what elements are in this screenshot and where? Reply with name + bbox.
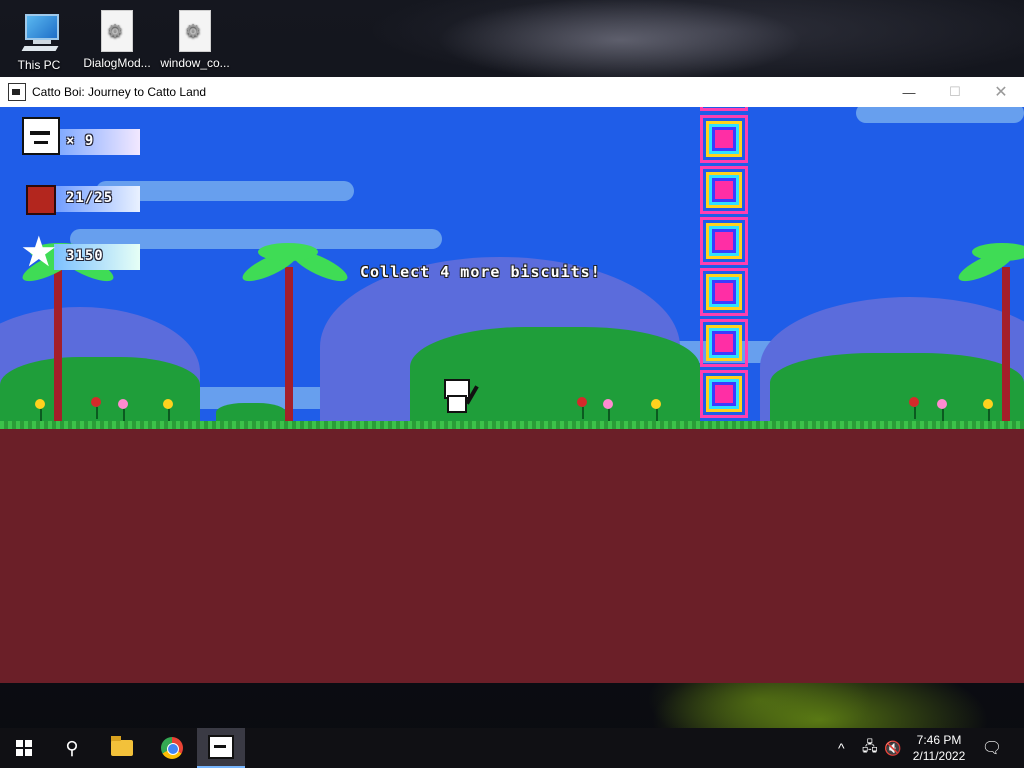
file-explorer-icon	[111, 736, 133, 756]
objective-message: Collect 4 more biscuits!	[360, 263, 601, 281]
bush	[0, 357, 200, 427]
clock-time: 7:46 PM	[916, 733, 962, 747]
taskbar: ⚲ ^ 🖧 🔇 7:46 PM 2/11/2022 🗨	[0, 728, 1024, 768]
flower-stem	[608, 409, 610, 421]
search-button[interactable]: ⚲	[48, 728, 96, 768]
star-icon: ★	[20, 228, 58, 275]
cloud-stripe	[856, 107, 1024, 123]
rainbow-block	[700, 217, 748, 265]
notification-icon: 🗨	[981, 740, 1003, 757]
bush	[770, 353, 1024, 427]
desktop-icon-dialogmod[interactable]: DialogMod...	[78, 6, 156, 70]
palm-tree	[285, 267, 293, 425]
flower-stem	[942, 409, 944, 421]
system-clock[interactable]: 7:46 PM 2/11/2022	[902, 732, 976, 764]
biscuit-icon	[26, 185, 56, 215]
this-pc-icon	[19, 10, 59, 54]
rainbow-block	[700, 107, 748, 111]
player-cat	[442, 375, 479, 417]
flower-stem	[582, 407, 584, 419]
rainbow-block	[700, 370, 748, 418]
flower	[91, 397, 101, 407]
desktop-icon-window-config[interactable]: window_co...	[156, 6, 234, 70]
flower-stem	[40, 409, 42, 421]
maximize-button[interactable]: ☐	[932, 77, 978, 107]
close-button[interactable]: ✕	[978, 77, 1024, 107]
settings-file-icon	[179, 10, 211, 52]
flower	[577, 397, 587, 407]
score-value: 3150	[66, 248, 104, 264]
desktop-icon-label: DialogMod...	[83, 56, 151, 70]
minimize-button[interactable]: —	[886, 77, 932, 107]
flower	[909, 397, 919, 407]
show-hidden-icons-button[interactable]: ^	[838, 728, 854, 768]
network-icon: 🖧	[862, 738, 878, 754]
desktop-icon-this-pc[interactable]: This PC	[0, 6, 78, 72]
ground	[0, 429, 1024, 683]
volume-muted-icon: 🔇	[884, 739, 902, 756]
settings-file-icon	[101, 10, 133, 52]
search-icon: ⚲	[65, 737, 79, 758]
biscuit-count: 21/25	[66, 190, 114, 206]
rainbow-block	[700, 115, 748, 163]
window-titlebar[interactable]: Catto Boi: Journey to Catto Land — ☐ ✕	[0, 77, 1024, 107]
flower	[118, 399, 128, 409]
game-canvas[interactable]: × 9 21/25 ★ 3150 Collect 4 more biscuits…	[0, 107, 1024, 683]
flower	[937, 399, 947, 409]
clock-date: 2/11/2022	[912, 749, 966, 763]
flower	[35, 399, 45, 409]
rainbow-block	[700, 166, 748, 214]
rainbow-block	[700, 319, 748, 367]
flower	[983, 399, 993, 409]
lives-count: × 9	[66, 133, 95, 149]
network-button[interactable]: 🖧	[862, 728, 880, 768]
palm-leaf	[258, 243, 318, 261]
flower-stem	[96, 407, 98, 419]
catto-boi-app-icon	[208, 735, 234, 759]
cat-app-icon	[8, 83, 26, 101]
chrome-icon	[161, 737, 183, 759]
flower-stem	[914, 407, 916, 419]
palm-leaf	[972, 243, 1024, 261]
chrome-button[interactable]	[148, 728, 196, 768]
window-title: Catto Boi: Journey to Catto Land	[32, 85, 207, 99]
cat-lives-icon	[22, 117, 60, 155]
flower	[651, 399, 661, 409]
desktop-icon-label: This PC	[17, 58, 61, 72]
flower-stem	[123, 409, 125, 421]
desktop-icon-label: window_co...	[160, 56, 230, 70]
catto-boi-taskbar-button[interactable]	[197, 728, 245, 768]
rainbow-block	[700, 268, 748, 316]
flower	[603, 399, 613, 409]
palm-tree	[1002, 267, 1010, 425]
game-window: Catto Boi: Journey to Catto Land — ☐ ✕ ×…	[0, 77, 1024, 683]
flower-stem	[988, 409, 990, 421]
flower-stem	[656, 409, 658, 421]
start-button[interactable]	[0, 728, 48, 768]
flower-stem	[168, 409, 170, 421]
action-center-button[interactable]: 🗨	[980, 736, 1004, 760]
volume-button[interactable]: 🔇	[884, 728, 902, 768]
start-icon	[16, 740, 32, 756]
palm-tree	[54, 267, 62, 425]
flower	[163, 399, 173, 409]
chevron-up-icon: ^	[838, 740, 845, 756]
file-explorer-button[interactable]	[98, 728, 146, 768]
